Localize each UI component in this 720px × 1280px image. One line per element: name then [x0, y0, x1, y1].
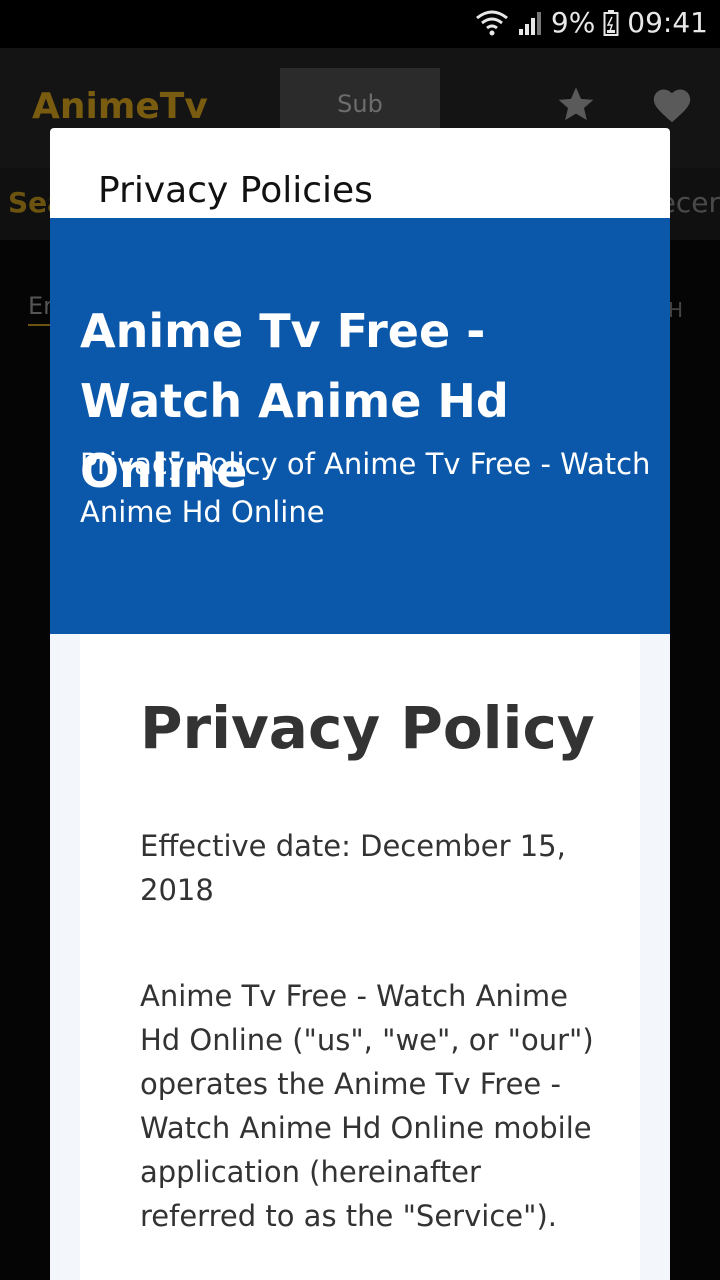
background-fragment: H: [668, 298, 684, 322]
wifi-icon: [475, 9, 509, 37]
policy-heading: Privacy Policy: [140, 694, 595, 762]
status-bar-right: 9% 09:41: [475, 6, 708, 39]
app-title: AnimeTv: [32, 86, 208, 127]
privacy-dialog: Privacy Policies Anime Tv Free - Watch A…: [50, 128, 670, 1280]
heart-icon[interactable]: [650, 84, 694, 129]
star-icon[interactable]: [556, 84, 596, 129]
battery-percent: 9%: [550, 6, 596, 39]
signal-icon: [517, 9, 543, 37]
policy-webview[interactable]: Anime Tv Free - Watch Anime Hd Online Pr…: [50, 218, 670, 1280]
dialog-title: Privacy Policies: [98, 170, 373, 211]
battery-icon: [603, 9, 619, 37]
effective-date: Effective date: December 15, 2018: [140, 829, 566, 907]
policy-hero: Anime Tv Free - Watch Anime Hd Online Pr…: [50, 218, 670, 634]
clock: 09:41: [627, 6, 708, 39]
hero-subtitle: Privacy Policy of Anime Tv Free - Watch …: [80, 447, 651, 529]
policy-paragraph: Anime Tv Free - Watch Anime Hd Online ("…: [140, 979, 594, 1233]
policy-card: Privacy Policy Effective date: December …: [80, 634, 640, 1280]
status-bar: 9% 09:41: [0, 0, 720, 48]
